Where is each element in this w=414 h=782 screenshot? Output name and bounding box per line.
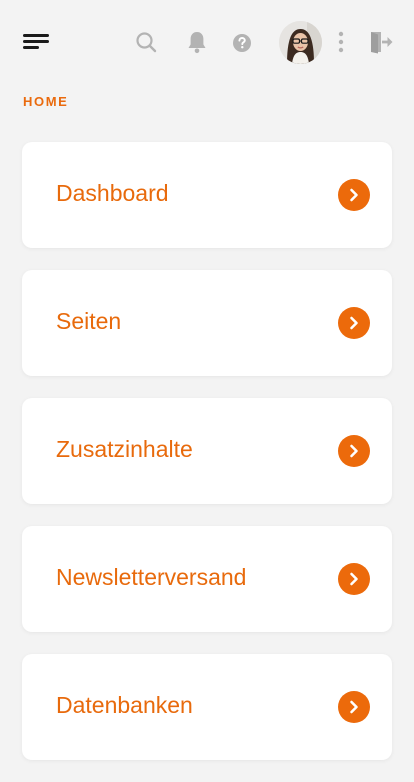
more-options-button[interactable]: [333, 28, 349, 56]
bell-icon: [188, 32, 206, 54]
help-icon: [233, 34, 251, 52]
menu-button[interactable]: [20, 28, 52, 54]
logout-button[interactable]: [366, 28, 396, 56]
search-button[interactable]: [132, 28, 160, 56]
menu-card-zusatzinhalte[interactable]: Zusatzinhalte: [22, 398, 392, 504]
menu-card-label: Dashboard: [56, 179, 169, 206]
breadcrumb: HOME: [23, 94, 69, 109]
logout-icon: [371, 32, 393, 54]
menu-card-seiten[interactable]: Seiten: [22, 270, 392, 376]
vertical-dots-icon: [338, 31, 344, 53]
top-bar: [0, 0, 414, 84]
chevron-right-icon: [338, 307, 370, 339]
menu-card-list: Dashboard Seiten Zusatzinhalte Newslette…: [22, 142, 392, 782]
hamburger-menu-icon: [23, 34, 49, 49]
menu-card-label: Zusatzinhalte: [56, 435, 193, 462]
chevron-right-icon: [338, 435, 370, 467]
menu-card-label: Datenbanken: [56, 691, 193, 718]
search-icon: [136, 32, 157, 53]
help-button[interactable]: [229, 30, 255, 56]
chevron-right-icon: [338, 691, 370, 723]
chevron-right-icon: [338, 179, 370, 211]
notifications-button[interactable]: [184, 28, 210, 56]
menu-card-label: Seiten: [56, 307, 122, 334]
menu-card-label: Newsletterversand: [56, 563, 247, 590]
user-avatar-image: [279, 21, 322, 64]
chevron-right-icon: [338, 563, 370, 595]
user-avatar[interactable]: [279, 21, 322, 64]
menu-card-dashboard[interactable]: Dashboard: [22, 142, 392, 248]
menu-card-datenbanken[interactable]: Datenbanken: [22, 654, 392, 760]
menu-card-newsletterversand[interactable]: Newsletterversand: [22, 526, 392, 632]
